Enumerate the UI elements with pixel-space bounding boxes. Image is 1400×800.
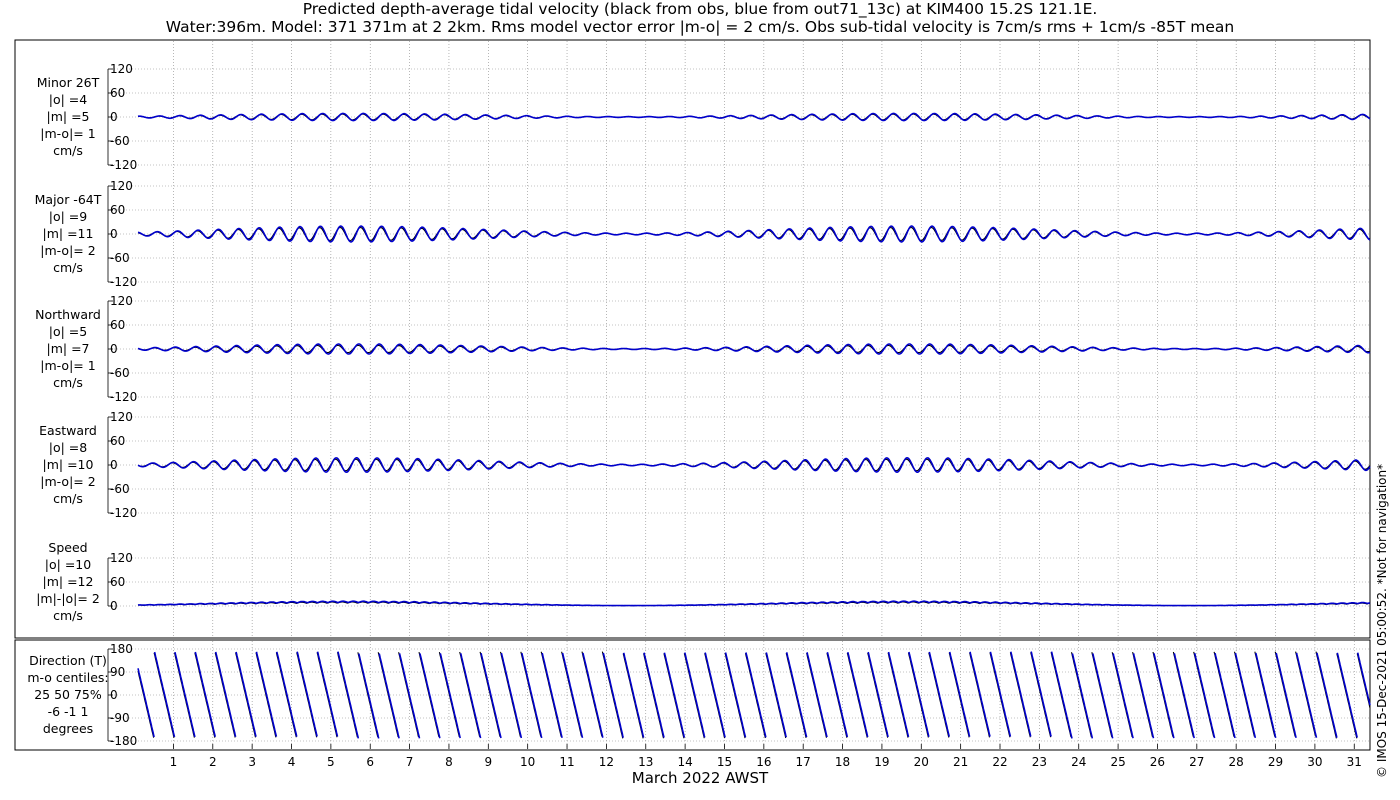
panel-label-line: Direction (T) <box>29 653 107 668</box>
x-tick-label: 1 <box>170 755 178 769</box>
panel-label-line: |o| =4 <box>49 92 88 107</box>
x-tick-label: 6 <box>366 755 374 769</box>
x-tick-label: 27 <box>1189 755 1204 769</box>
x-tick-label: 2 <box>209 755 217 769</box>
y-tick-label: 0 <box>110 342 118 356</box>
x-axis-label: March 2022 AWST <box>631 769 769 787</box>
y-tick-label: -60 <box>110 482 130 496</box>
y-tick-label: -60 <box>110 366 130 380</box>
y-tick-label: 120 <box>110 294 133 308</box>
panel-label-line: |m-o|= 2 <box>40 243 95 258</box>
panel-label-line: -6 -1 1 <box>48 704 89 719</box>
x-tick-label: 21 <box>953 755 968 769</box>
panel-label-line: |o| =8 <box>49 440 88 455</box>
panel-label-line: cm/s <box>53 375 83 390</box>
panel-label-line: 25 50 75% <box>34 687 102 702</box>
y-tick-label: 120 <box>110 551 133 565</box>
y-tick-label: 60 <box>110 575 125 589</box>
panel-label-line: cm/s <box>53 260 83 275</box>
x-tick-label: 9 <box>484 755 492 769</box>
tidal-velocity-chart: 1 2 3 4 5 6 7 8 9 10 11 12 13 14 15 16 17 18 19 20 21 22 23 24 2… <box>14 39 1371 769</box>
x-tick-label: 23 <box>1032 755 1047 769</box>
x-tick-label: 7 <box>406 755 414 769</box>
x-tick-label: 30 <box>1307 755 1322 769</box>
y-tick-label: 120 <box>110 410 133 424</box>
copyright-note: © IMOS 15-Dec-2021 05:00:52. *Not for na… <box>1375 463 1389 778</box>
y-tick-label: 0 <box>110 110 118 124</box>
y-tick-label: -120 <box>110 506 137 520</box>
x-tick-label: 19 <box>874 755 889 769</box>
panel-label-line: cm/s <box>53 491 83 506</box>
y-tick-label: 120 <box>110 62 133 76</box>
panel-label-line: cm/s <box>53 608 83 623</box>
y-tick-label: -180 <box>110 734 137 748</box>
panel-label-line: |m| =12 <box>43 574 94 589</box>
y-tick-label: 60 <box>110 86 125 100</box>
x-tick-label: 14 <box>677 755 692 769</box>
panel-label-line: Speed <box>48 540 87 555</box>
panel-label-line: |o| =9 <box>49 209 88 224</box>
panel-label-line: Major -64T <box>35 192 102 207</box>
panel-label-line: m-o centiles: <box>27 670 108 685</box>
y-tick-label: 0 <box>110 458 118 472</box>
x-tick-label: 5 <box>327 755 335 769</box>
x-tick-label: 31 <box>1347 755 1362 769</box>
panel-label-line: degrees <box>43 721 93 736</box>
y-tick-label: -90 <box>110 711 130 725</box>
panel-label-line: |m-o|= 1 <box>40 358 95 373</box>
x-tick-label: 20 <box>914 755 929 769</box>
panel-label-line: Northward <box>35 307 101 322</box>
y-tick-label: -120 <box>110 158 137 172</box>
panel-label-line: cm/s <box>53 143 83 158</box>
y-tick-label: 0 <box>110 599 118 613</box>
panel-label-line: |m-o|= 1 <box>40 126 95 141</box>
y-tick-label: 0 <box>110 227 118 241</box>
x-tick-label: 8 <box>445 755 453 769</box>
upper-frame <box>14 39 1371 639</box>
y-tick-label: 120 <box>110 179 133 193</box>
y-tick-label: 60 <box>110 203 125 217</box>
y-tick-label: 60 <box>110 434 125 448</box>
x-tick-label: 15 <box>717 755 732 769</box>
y-tick-label: 180 <box>110 642 133 656</box>
x-tick-label: 13 <box>638 755 653 769</box>
y-tick-label: -60 <box>110 251 130 265</box>
y-tick-label: -60 <box>110 134 130 148</box>
x-tick-label: 17 <box>796 755 811 769</box>
x-tick-label: 12 <box>599 755 614 769</box>
y-tick-label: 60 <box>110 318 125 332</box>
x-tick-label: 24 <box>1071 755 1086 769</box>
panel-label-line: |m| =7 <box>47 341 90 356</box>
panel-label-line: |m-o|= 2 <box>40 474 95 489</box>
panel-label-line: Minor 26T <box>37 75 100 90</box>
x-tick-label: 3 <box>248 755 256 769</box>
x-tick-label: 28 <box>1229 755 1244 769</box>
x-tick-label: 22 <box>992 755 1007 769</box>
panel-label-line: |o| =5 <box>49 324 87 339</box>
x-tick-label: 25 <box>1110 755 1125 769</box>
x-tick-label: 16 <box>756 755 771 769</box>
x-tick-label: 11 <box>559 755 574 769</box>
panel-label-line: |m| =5 <box>47 109 90 124</box>
y-tick-label: -120 <box>110 275 137 289</box>
x-tick-label: 29 <box>1268 755 1283 769</box>
y-tick-label: 0 <box>110 688 118 702</box>
y-tick-label: -120 <box>110 390 137 404</box>
panel-label-line: |m|-|o|= 2 <box>36 591 100 606</box>
x-tick-label: 26 <box>1150 755 1165 769</box>
panel-label-line: Eastward <box>39 423 97 438</box>
x-tick-label: 4 <box>288 755 296 769</box>
x-tick-label: 10 <box>520 755 535 769</box>
y-tick-label: 90 <box>110 665 125 679</box>
x-tick-label: 18 <box>835 755 850 769</box>
series-line-out71-13c <box>137 225 1371 243</box>
panel-label-line: |o| =10 <box>45 557 91 572</box>
panel-label-line: |m| =11 <box>43 226 94 241</box>
lower-frame <box>14 639 1371 751</box>
panel-label-line: |m| =10 <box>43 457 94 472</box>
